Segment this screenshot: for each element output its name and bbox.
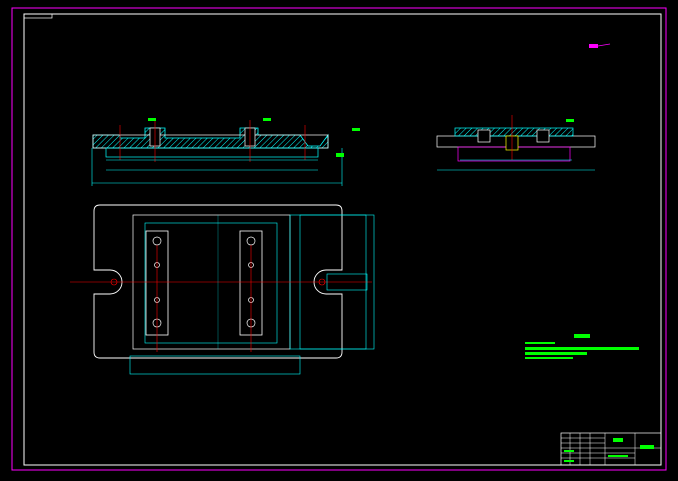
sheet-border-inner	[23, 13, 662, 466]
side-section-view[interactable]	[436, 115, 596, 171]
cad-drawing-canvas[interactable]	[0, 0, 678, 481]
technical-notes	[525, 334, 639, 359]
top-plan-view[interactable]	[70, 204, 375, 375]
revision-mark	[589, 44, 598, 48]
title-block[interactable]	[560, 432, 662, 466]
section-hatch-area	[92, 127, 329, 149]
front-section-view[interactable]	[91, 118, 360, 186]
drawing-number-box	[23, 13, 53, 19]
sheet-border-outer	[11, 7, 667, 471]
